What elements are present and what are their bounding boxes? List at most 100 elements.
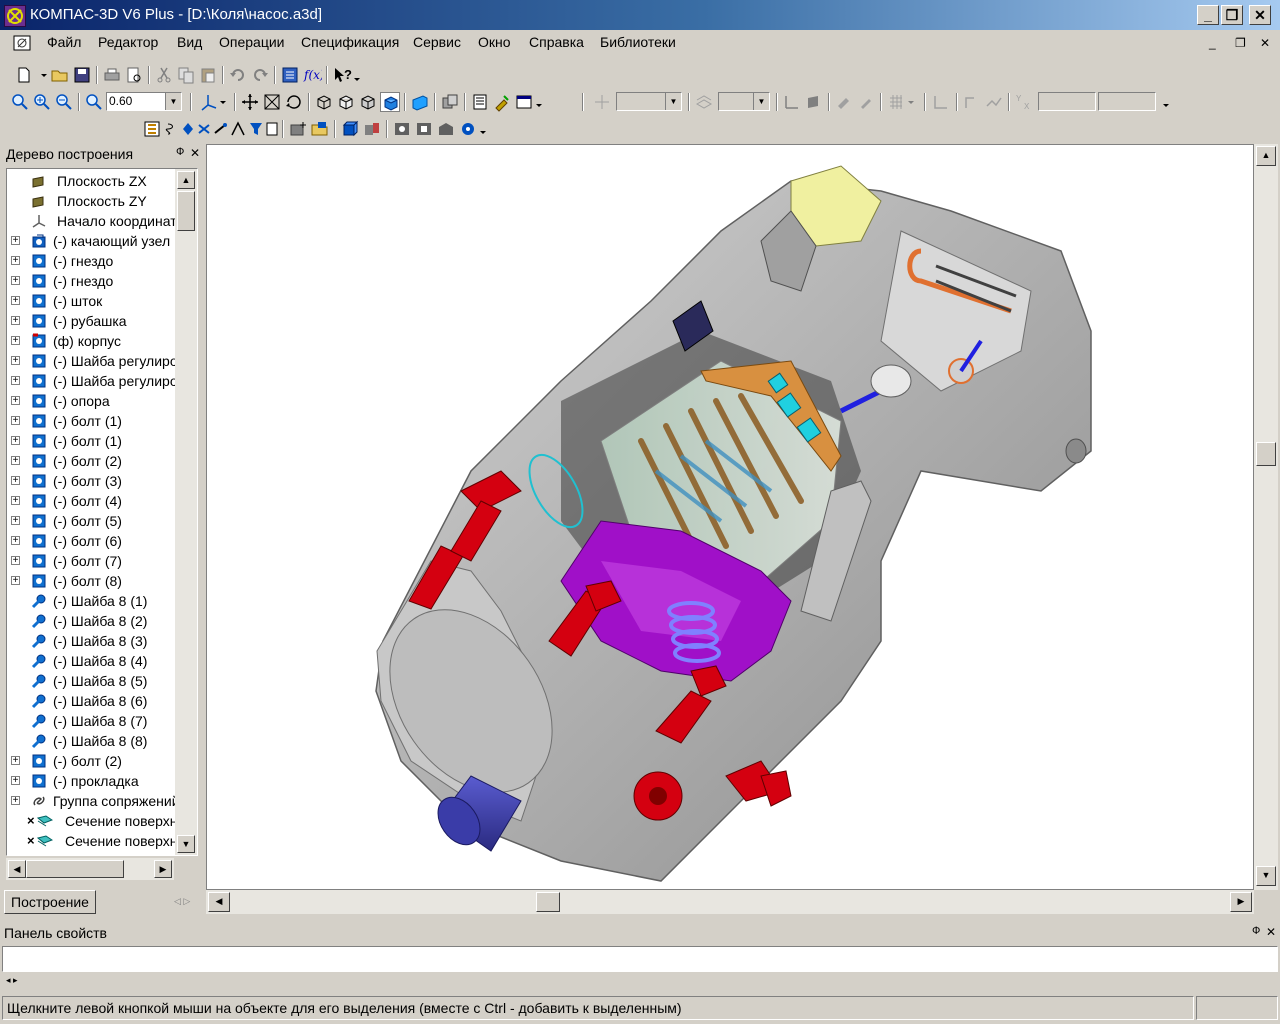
tree-item[interactable]: + Группа сопряжений	[7, 791, 180, 811]
scroll-down-icon[interactable]: ▼	[177, 835, 195, 853]
expand-icon[interactable]: +	[11, 516, 20, 526]
expand-icon[interactable]: +	[11, 236, 20, 246]
properties-nav-icon[interactable]: ◂ ▸	[6, 975, 18, 986]
menu-view[interactable]: Вид	[177, 34, 202, 50]
viewport-vscroll-thumb[interactable]	[1256, 442, 1276, 466]
expand-icon[interactable]: +	[11, 476, 20, 486]
properties-icon[interactable]	[470, 92, 490, 112]
perspective-icon[interactable]	[410, 92, 430, 112]
expand-icon[interactable]: +	[11, 436, 20, 446]
viewport-hscroll-thumb[interactable]	[536, 892, 560, 912]
color-icon[interactable]	[492, 92, 512, 112]
shaded-icon[interactable]	[380, 92, 400, 112]
expand-icon[interactable]: +	[11, 276, 20, 286]
expand-icon[interactable]: +	[11, 536, 20, 546]
tree-item[interactable]: +(-) Шайба регулировочная	[7, 371, 197, 391]
tree-item[interactable]: ×Сечение поверхностью	[7, 811, 197, 831]
menu-window[interactable]: Окно	[478, 34, 511, 50]
close-icon[interactable]: ✕	[1266, 925, 1276, 939]
menu-operations[interactable]: Операции	[219, 34, 285, 50]
undo-icon[interactable]	[228, 65, 248, 85]
tree-item[interactable]: (-) Шайба 8 (4)	[7, 651, 177, 671]
tree-item[interactable]: + (-) болт (6)	[7, 531, 177, 551]
expand-icon[interactable]: +	[11, 376, 20, 386]
expand-icon[interactable]: +	[11, 496, 20, 506]
expand-icon[interactable]: +	[11, 556, 20, 566]
minimize-button[interactable]: _	[1197, 5, 1219, 25]
tree-item[interactable]: + (-) болт (2)	[7, 451, 177, 471]
expand-icon[interactable]: +	[11, 296, 20, 306]
tree-item[interactable]: + (-) шток	[7, 291, 177, 311]
hidden-lines-icon[interactable]	[336, 92, 356, 112]
close-button[interactable]: ✕	[1249, 5, 1271, 25]
tree-item[interactable]: + (-) рубашка	[7, 311, 177, 331]
properties-panel-content[interactable]	[2, 946, 1278, 972]
scroll-right-icon[interactable]: ▶	[154, 860, 172, 878]
scroll-right-icon[interactable]: ▶	[1230, 892, 1252, 912]
mdi-minimize-button[interactable]: _	[1209, 36, 1216, 50]
toolbar-overflow-icon[interactable]	[1156, 92, 1169, 112]
filter-icon[interactable]	[246, 119, 262, 139]
document-system-icon[interactable]	[12, 33, 34, 53]
tree-item[interactable]: + (-) опора	[7, 391, 177, 411]
thin-hidden-lines-icon[interactable]	[358, 92, 378, 112]
tree-hscroll-thumb[interactable]	[26, 860, 124, 878]
zoom-out-icon[interactable]	[54, 92, 74, 112]
cut-extrude-icon[interactable]	[436, 119, 456, 139]
menu-edit[interactable]: Редактор	[98, 34, 158, 50]
rotate-icon[interactable]	[284, 92, 304, 112]
zoom-window-icon[interactable]	[10, 92, 30, 112]
formula-fx-icon[interactable]: f(x)	[302, 65, 322, 85]
bend-icon[interactable]	[228, 119, 245, 139]
maximize-button[interactable]: ❐	[1221, 5, 1243, 25]
cut-icon[interactable]	[154, 65, 174, 85]
copy-3d-icon[interactable]	[440, 92, 460, 112]
tab-nav-icon[interactable]: ◁ ▷	[174, 896, 190, 907]
tree-item[interactable]: + (-) болт (5)	[7, 511, 177, 531]
pump-assembly-3d-model[interactable]	[207, 145, 1253, 889]
boolean-icon[interactable]	[414, 119, 434, 139]
edit-sketch-icon[interactable]	[162, 119, 176, 139]
tree-scroll-thumb[interactable]	[177, 191, 195, 231]
print-preview-icon[interactable]	[124, 65, 144, 85]
redo-icon[interactable]	[250, 65, 270, 85]
expand-icon[interactable]: +	[11, 776, 20, 786]
mdi-restore-button[interactable]: ❐	[1235, 36, 1246, 50]
page-icon[interactable]	[262, 119, 278, 139]
kompas-app-icon[interactable]	[4, 5, 26, 27]
paste-icon[interactable]	[198, 65, 218, 85]
new-document-icon[interactable]	[14, 65, 34, 85]
tree-item[interactable]: (-) Шайба 8 (5)	[7, 671, 177, 691]
scroll-left-icon[interactable]: ◀	[8, 860, 26, 878]
tree-item[interactable]: + (-) болт (3)	[7, 471, 177, 491]
mdi-close-button[interactable]: ✕	[1260, 36, 1270, 50]
create-part-icon[interactable]	[340, 119, 360, 139]
add-file-component-icon[interactable]	[310, 119, 330, 139]
zoom-scale-icon[interactable]	[84, 92, 104, 112]
expand-icon[interactable]: +	[11, 396, 20, 406]
tree-item[interactable]: (-) Шайба 8 (6)	[7, 691, 177, 711]
wireframe-icon[interactable]	[314, 92, 334, 112]
scroll-up-icon[interactable]: ▲	[177, 171, 195, 189]
tree-item[interactable]: Начало координат	[7, 211, 177, 231]
pattern-icon[interactable]	[458, 119, 488, 139]
tree-item[interactable]: (-) Шайба 8 (7)	[7, 711, 177, 731]
zoom-in-icon[interactable]	[32, 92, 52, 112]
expand-icon[interactable]: +	[11, 416, 20, 426]
tree-item[interactable]: + (-) болт (2)	[7, 751, 177, 771]
expand-icon[interactable]: +	[11, 316, 20, 326]
viewport-horizontal-scrollbar[interactable]: ◀ ▶	[206, 890, 1254, 914]
tree-item[interactable]: Плоскость ZY	[7, 191, 177, 211]
save-icon[interactable]	[72, 65, 92, 85]
menu-libraries[interactable]: Библиотеки	[600, 34, 676, 50]
model-tree-icon[interactable]	[142, 119, 162, 139]
print-icon[interactable]	[102, 65, 122, 85]
menu-file[interactable]: Файл	[47, 34, 81, 50]
menu-service[interactable]: Сервис	[413, 34, 461, 50]
tree-item[interactable]: (-) Шайба 8 (2)	[7, 611, 177, 631]
close-icon[interactable]: ✕	[190, 146, 200, 160]
tab-construction[interactable]: Построение	[4, 890, 96, 914]
tree-item[interactable]: + (-) гнездо	[7, 271, 177, 291]
pin-icon[interactable]: Ф	[1252, 925, 1260, 937]
copy-icon[interactable]	[176, 65, 196, 85]
